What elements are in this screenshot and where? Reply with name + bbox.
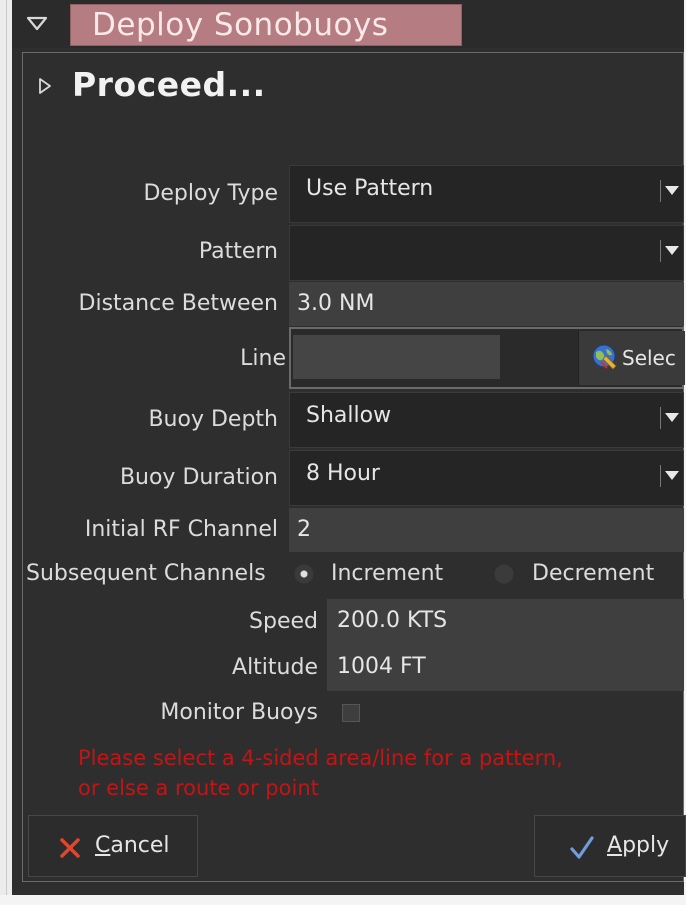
subsequent-channels-label: Subsequent Channels bbox=[26, 561, 266, 586]
speed-field[interactable]: 200.0 KTS bbox=[327, 599, 684, 645]
deploy-type-combo[interactable]: Use Pattern bbox=[289, 165, 684, 223]
monitor-buoys-label: Monitor Buoys bbox=[160, 700, 318, 725]
radio-decrement[interactable] bbox=[494, 564, 514, 584]
window-title: Deploy Sonobuoys bbox=[92, 7, 389, 43]
warning-line-2: or else a route or point bbox=[78, 776, 319, 800]
speed-label: Speed bbox=[249, 609, 318, 634]
radio-increment[interactable] bbox=[294, 564, 314, 584]
initial-rf-channel-label: Initial RF Channel bbox=[84, 517, 278, 542]
cancel-button[interactable]: Cancel bbox=[28, 815, 198, 877]
triangle-right-icon[interactable] bbox=[38, 77, 52, 95]
left-margin bbox=[0, 0, 12, 905]
buoy-depth-combo[interactable]: Shallow bbox=[289, 392, 684, 448]
chevron-down-icon bbox=[665, 186, 679, 195]
buoy-depth-value: Shallow bbox=[306, 403, 392, 428]
chevron-down-icon bbox=[665, 246, 679, 255]
buoy-duration-combo[interactable]: 8 Hour bbox=[289, 450, 684, 506]
select-button-label: Selec bbox=[622, 346, 676, 370]
altitude-field[interactable]: 1004 FT bbox=[327, 645, 684, 691]
chevron-down-icon bbox=[665, 413, 679, 422]
altitude-value: 1004 FT bbox=[337, 654, 426, 679]
initial-rf-channel-value: 2 bbox=[297, 517, 311, 542]
triangle-down-icon[interactable] bbox=[26, 14, 48, 32]
buoy-duration-label: Buoy Duration bbox=[119, 465, 278, 490]
deploy-type-value: Use Pattern bbox=[306, 176, 434, 201]
pattern-label: Pattern bbox=[198, 239, 278, 264]
distance-between-value: 3.0 NM bbox=[297, 291, 375, 316]
initial-rf-channel-field[interactable]: 2 bbox=[289, 508, 684, 552]
pattern-combo[interactable] bbox=[289, 225, 684, 281]
warning-message: Please select a 4-sided area/line for a … bbox=[78, 743, 563, 803]
warning-line-1: Please select a 4-sided area/line for a … bbox=[78, 746, 563, 770]
section-title[interactable]: Proceed... bbox=[72, 63, 266, 107]
monitor-buoys-checkbox[interactable] bbox=[342, 704, 360, 722]
increment-label[interactable]: Increment bbox=[331, 560, 443, 588]
distance-between-label: Distance Between bbox=[78, 291, 278, 316]
decrement-label[interactable]: Decrement bbox=[532, 560, 654, 588]
deploy-type-label: Deploy Type bbox=[143, 181, 278, 206]
x-cross-icon bbox=[60, 838, 80, 858]
line-label: Line bbox=[240, 346, 286, 371]
distance-between-field[interactable]: 3.0 NM bbox=[289, 282, 684, 326]
globe-select-icon bbox=[592, 344, 617, 370]
chevron-down-icon bbox=[665, 471, 679, 480]
buoy-duration-value: 8 Hour bbox=[306, 461, 380, 486]
apply-button[interactable]: Apply bbox=[534, 815, 686, 877]
cancel-button-label: Cancel bbox=[95, 833, 170, 858]
apply-button-label: Apply bbox=[607, 833, 670, 858]
buoy-depth-label: Buoy Depth bbox=[148, 407, 278, 432]
bottom-margin bbox=[0, 895, 686, 905]
altitude-label: Altitude bbox=[232, 655, 318, 680]
speed-value: 200.0 KTS bbox=[337, 608, 448, 633]
line-input[interactable] bbox=[293, 335, 500, 379]
checkmark-icon bbox=[570, 836, 594, 859]
